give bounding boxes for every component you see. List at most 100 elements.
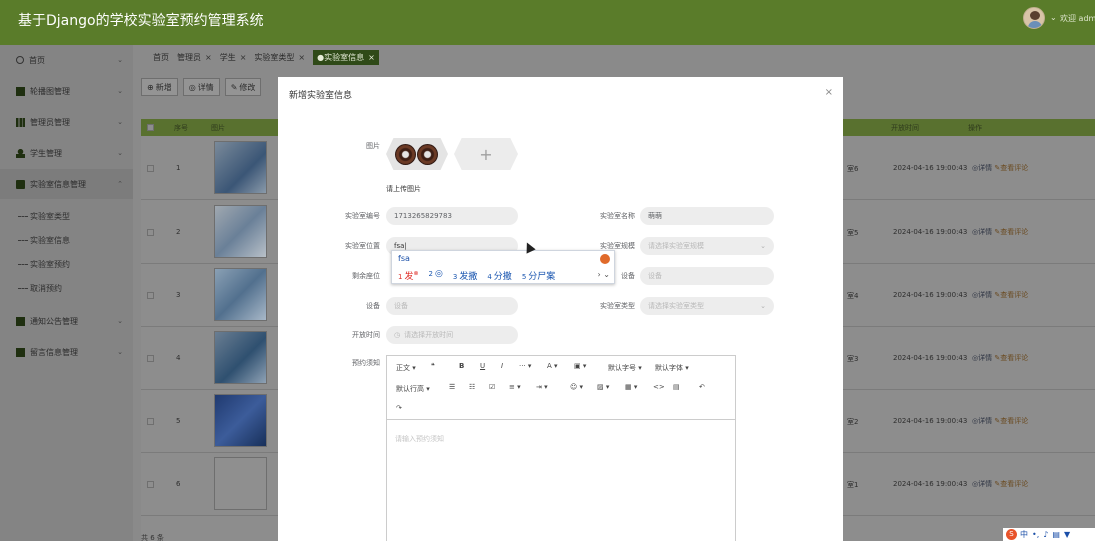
font-family-select[interactable]: 默认字体 ▾ <box>655 363 689 373</box>
ime-status-tray[interactable]: S 中 •, ♪ ▤ ▼ <box>1003 528 1095 541</box>
upload-add-button[interactable]: + <box>454 138 518 170</box>
emoji-icon[interactable]: ☺ ▾ <box>570 383 583 391</box>
sidebar-item-home[interactable]: 首页 ⌄ <box>0 45 133 75</box>
edit-button[interactable]: ✎ 修改 <box>224 78 262 96</box>
opentime-picker[interactable]: ◷ 请选择开放时间 <box>386 326 518 344</box>
ime-candidate[interactable]: 4 分撒 <box>487 269 511 282</box>
sidebar-item-label: 轮播图管理 <box>30 86 70 96</box>
close-icon[interactable]: × <box>240 53 247 62</box>
paragraph-select[interactable]: 正文 ▾ <box>396 363 416 373</box>
name-input[interactable]: 萌萌 <box>640 207 774 225</box>
row-checkbox[interactable] <box>147 418 154 425</box>
tab-lab-info[interactable]: ●实验室信息 × <box>313 49 379 65</box>
background-color-icon[interactable]: ▣ ▾ <box>574 362 586 370</box>
spec-select[interactable]: 请选择实验室规模 ⌄ <box>640 237 774 255</box>
sidebar-item-notices[interactable]: 通知公告管理 ⌄ <box>0 306 133 336</box>
sidebar-item-messages[interactable]: 留言信息管理 ⌄ <box>0 337 133 367</box>
ime-candidate[interactable]: 1 发⊗ <box>398 269 419 282</box>
tab-home[interactable]: 首页 <box>153 52 169 63</box>
row-checkbox[interactable] <box>147 229 154 236</box>
type-select[interactable]: 请选择实验室类型 ⌄ <box>640 297 774 315</box>
code-icon[interactable]: <> <box>653 383 665 391</box>
undo-icon[interactable]: ↶ <box>699 383 705 391</box>
chevron-down-icon[interactable]: ⌄ <box>1050 13 1057 22</box>
shirt-icon[interactable]: ▼ <box>1064 530 1070 539</box>
punctuation-icon[interactable]: •, <box>1032 530 1039 539</box>
sidebar-subitem-lab-type[interactable]: 实验室类型 <box>0 205 133 227</box>
sidebar-subitem-lab-info[interactable]: 实验室信息 <box>0 229 133 251</box>
row-checkbox[interactable] <box>147 165 154 172</box>
select-all-checkbox[interactable] <box>147 124 154 131</box>
sidebar-subitem-cancel-booking[interactable]: 取消预约 <box>0 277 133 299</box>
row-code: 室1 <box>847 481 859 489</box>
comments-link[interactable]: ✎查看评论 <box>994 291 1028 299</box>
column-header-index[interactable]: 序号 <box>174 123 188 133</box>
comments-link[interactable]: ✎查看评论 <box>994 228 1028 236</box>
user-avatar[interactable] <box>1023 7 1045 29</box>
detail-link[interactable]: ◎详情 <box>972 291 992 299</box>
table-icon[interactable]: ▦ ▾ <box>625 383 637 391</box>
detail-link[interactable]: ◎详情 <box>972 354 992 362</box>
close-icon[interactable]: × <box>205 53 212 62</box>
briefcase-icon <box>16 179 25 189</box>
comments-link[interactable]: ✎查看评论 <box>994 417 1028 425</box>
comments-link[interactable]: ✎查看评论 <box>994 164 1028 172</box>
ime-candidate[interactable]: 2 ◎ <box>429 269 443 282</box>
sidebar-item-carousel[interactable]: 轮播图管理 ⌄ <box>0 76 133 106</box>
uploaded-image-thumbnail[interactable] <box>386 138 448 170</box>
subitem-label: 取消预约 <box>30 283 62 293</box>
row-checkbox[interactable] <box>147 292 154 299</box>
redo-icon[interactable]: ↷ <box>396 404 402 412</box>
chevron-down-icon: ⌄ <box>117 56 123 64</box>
sidebar-subitem-lab-booking[interactable]: 实验室预约 <box>0 253 133 275</box>
insert-image-icon[interactable]: ▨ ▾ <box>597 383 609 391</box>
bulleted-list-icon[interactable]: ☰ <box>449 383 455 391</box>
underline-icon[interactable]: U <box>480 362 485 370</box>
add-button[interactable]: ⊕ 新增 <box>141 78 178 96</box>
detail-link[interactable]: ◎详情 <box>972 480 992 488</box>
detail-link[interactable]: ◎详情 <box>972 228 992 236</box>
ime-page-arrows[interactable]: › ⌄ <box>598 270 610 279</box>
quote-icon[interactable]: ❝ <box>431 362 435 370</box>
close-icon[interactable]: × <box>368 53 375 62</box>
bold-icon[interactable]: B <box>459 362 464 370</box>
numbered-list-icon[interactable]: ☷ <box>469 383 475 391</box>
sogou-logo-icon: S <box>1006 529 1017 540</box>
comments-link[interactable]: ✎查看评论 <box>994 480 1028 488</box>
italic-icon[interactable]: I <box>501 362 503 370</box>
detail-link[interactable]: ◎详情 <box>972 417 992 425</box>
equipment-input[interactable]: 设备 <box>640 267 774 285</box>
microphone-icon[interactable]: ♪ <box>1043 530 1048 539</box>
code-input[interactable]: 1713265829783 <box>386 207 518 225</box>
align-icon[interactable]: ≡ ▾ <box>509 383 521 391</box>
close-icon[interactable]: × <box>298 53 305 62</box>
line-height-select[interactable]: 默认行高 ▾ <box>396 384 430 394</box>
ime-candidate[interactable]: 3 发撒 <box>453 269 477 282</box>
sidebar-item-lab-info[interactable]: 实验室信息管理 ⌃ <box>0 169 133 199</box>
divider-icon[interactable]: ▤ <box>673 383 680 391</box>
column-header-image[interactable]: 图片 <box>211 123 225 133</box>
detail-button[interactable]: ◎ 详情 <box>182 78 220 96</box>
indent-icon[interactable]: ⇥ ▾ <box>536 383 548 391</box>
sidebar-item-students[interactable]: 学生管理 ⌄ <box>0 138 133 168</box>
row-checkbox[interactable] <box>147 481 154 488</box>
more-icon[interactable]: ··· ▾ <box>519 362 531 370</box>
column-header-open-time[interactable]: 开放时间 <box>891 123 919 133</box>
row-checkbox[interactable] <box>147 355 154 362</box>
tab-admins[interactable]: 管理员 × <box>177 52 212 63</box>
ime-language-indicator[interactable]: 中 <box>1020 529 1028 540</box>
detail-link[interactable]: ◎详情 <box>972 164 992 172</box>
ime-candidate[interactable]: 5 分尸案 <box>522 269 555 282</box>
keyboard-icon[interactable]: ▤ <box>1052 530 1060 539</box>
tab-students[interactable]: 学生 × <box>220 52 247 63</box>
todo-icon[interactable]: ☑ <box>489 383 495 391</box>
equipment2-input[interactable]: 设备 <box>386 297 518 315</box>
font-color-icon[interactable]: A ▾ <box>547 362 558 370</box>
sidebar-item-admins[interactable]: 管理员管理 ⌄ <box>0 107 133 137</box>
tab-lab-type[interactable]: 实验室类型 × <box>254 52 305 63</box>
font-size-select[interactable]: 默认字号 ▾ <box>608 363 642 373</box>
notice-rich-editor[interactable]: 正文 ▾ ❝ B U I ··· ▾ A ▾ ▣ ▾ 默认字号 ▾ 默认字体 ▾… <box>386 355 736 541</box>
comments-link[interactable]: ✎查看评论 <box>994 354 1028 362</box>
row-code: 室6 <box>847 165 859 173</box>
close-icon[interactable]: × <box>825 87 833 98</box>
